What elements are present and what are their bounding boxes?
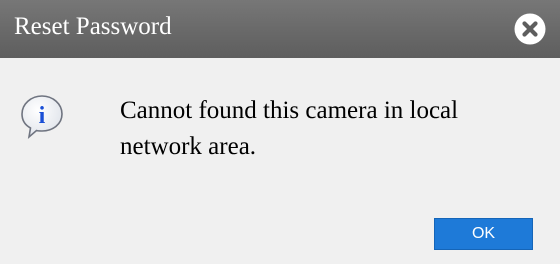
dialog-title: Reset Password bbox=[14, 13, 172, 40]
dialog-body: i Cannot found this camera in local netw… bbox=[0, 58, 560, 264]
close-circle-icon bbox=[514, 13, 546, 45]
dialog-message: Cannot found this camera in local networ… bbox=[120, 97, 459, 160]
info-icon: i bbox=[21, 95, 63, 140]
close-button[interactable] bbox=[513, 12, 547, 46]
ok-button[interactable]: OK bbox=[434, 218, 533, 250]
svg-text:i: i bbox=[39, 103, 46, 129]
dialog-titlebar[interactable]: Reset Password bbox=[0, 0, 560, 58]
reset-password-dialog: Reset Password i Cannot found this camer… bbox=[0, 0, 560, 264]
